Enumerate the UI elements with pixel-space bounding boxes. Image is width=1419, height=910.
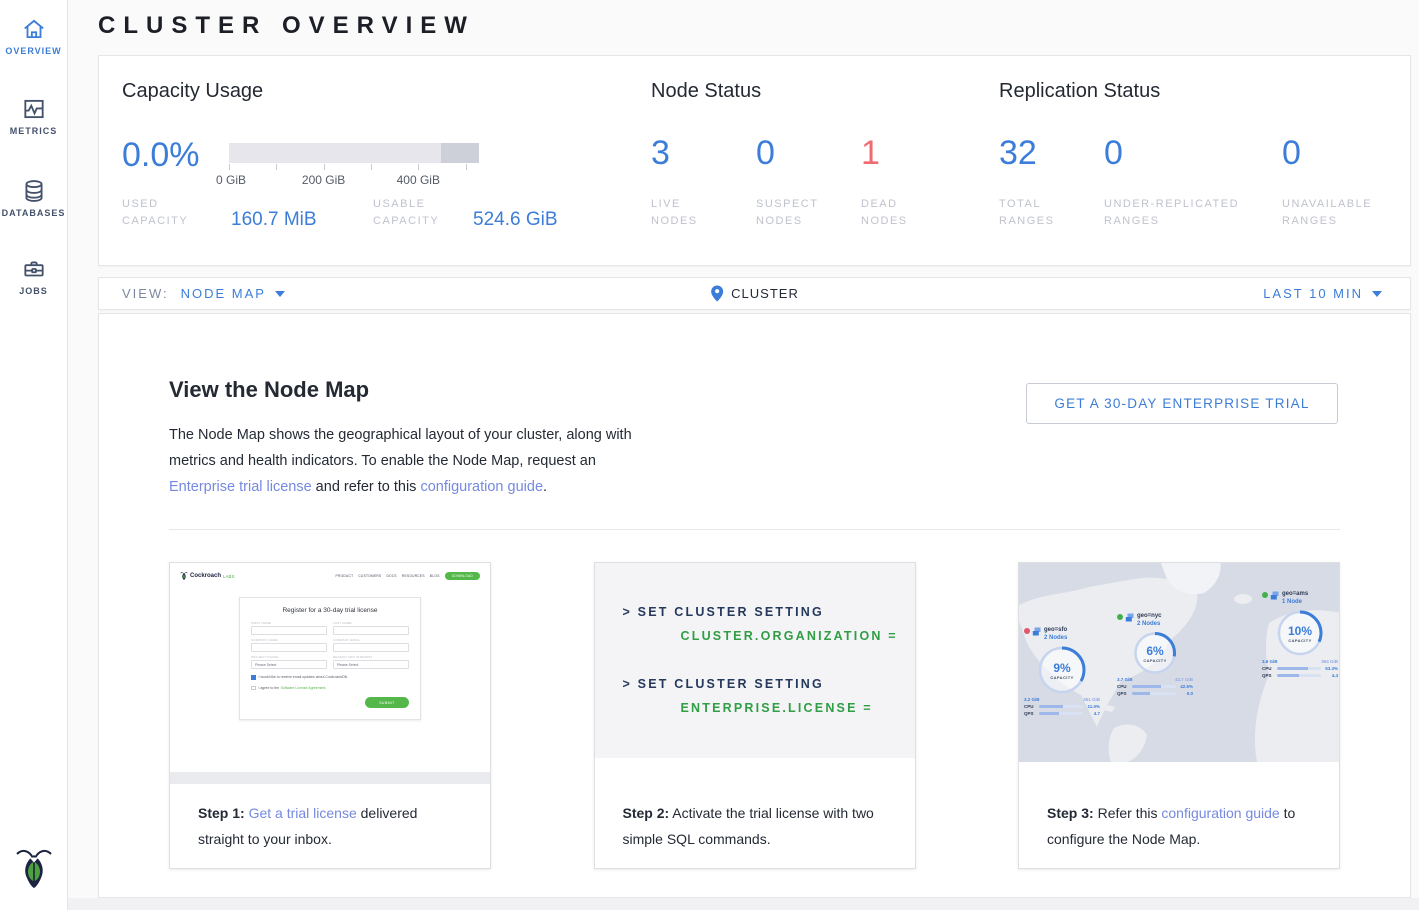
chevron-down-icon (275, 291, 285, 297)
unavailable-ranges-value: 0 (1282, 134, 1301, 173)
map-locality-sfo: geo=sfo2 Nodes 9% CAPACITY 3.2 GiB351 Gi… (1024, 627, 1100, 716)
get-trial-license-link[interactable]: Get a trial license (249, 805, 357, 821)
metrics-icon (21, 96, 47, 122)
sidebar-item-label: METRICS (0, 126, 67, 136)
dead-nodes-label: DEADNODES (861, 196, 908, 230)
sidebar-item-label: DATABASES (0, 208, 67, 218)
used-capacity-label: USEDCAPACITY (122, 196, 188, 230)
view-bar: VIEW: NODE MAP CLUSTER LAST 10 MIN (98, 277, 1411, 310)
under-replicated-ranges-label: UNDER-REPLICATEDRANGES (1104, 196, 1239, 230)
node-map-preview: geo=sfo2 Nodes 9% CAPACITY 3.2 GiB351 Gi… (1019, 563, 1339, 762)
preview-footer (170, 772, 490, 784)
view-selector-dropdown[interactable]: NODE MAP (181, 286, 285, 301)
step-2-caption: Step 2: Activate the trial license with … (595, 758, 915, 852)
enterprise-trial-button[interactable]: GET A 30-DAY ENTERPRISE TRIAL (1026, 383, 1338, 424)
live-nodes-label: LIVENODES (651, 196, 698, 230)
chevron-down-icon (1372, 291, 1382, 297)
node-map-panel: View the Node Map The Node Map shows the… (98, 313, 1411, 898)
preview-registration-form: Register for a 30-day trial license FIRS… (239, 597, 421, 720)
sidebar-item-label: OVERVIEW (0, 46, 67, 56)
used-capacity-value: 160.7 MiB (231, 209, 317, 231)
map-pin-icon (710, 285, 723, 302)
axis-tick (229, 164, 230, 170)
view-label: VIEW: (122, 286, 169, 301)
step-3-card: geo=sfo2 Nodes 9% CAPACITY 3.2 GiB351 Gi… (1018, 562, 1340, 869)
preview-checkbox-unchecked (251, 686, 256, 691)
healthy-status-icon (1117, 614, 1123, 620)
node-map-heading: View the Node Map (169, 377, 369, 403)
unavailable-ranges-label: UNAVAILABLERANGES (1282, 196, 1372, 230)
usable-capacity-label: USABLECAPACITY (373, 196, 439, 230)
axis-tick (466, 164, 467, 170)
page-bottom-strip (68, 898, 1419, 910)
sql-commands-preview: > SET CLUSTER SETTING CLUSTER.ORGANIZATI… (595, 563, 915, 758)
sidebar-item-jobs[interactable]: JOBS (0, 256, 67, 296)
sidebar: OVERVIEW METRICS DATABASES JOBS (0, 0, 68, 910)
node-map-description: The Node Map shows the geographical layo… (169, 422, 639, 500)
preview-submit-button: SUBMIT (365, 697, 409, 708)
node-status-title: Node Status (651, 80, 761, 103)
divider (169, 529, 1340, 530)
axis-tick (418, 164, 419, 170)
nodes-cube-icon (1270, 591, 1280, 601)
preview-download-button: DOWNLOAD (445, 572, 480, 580)
axis-tick-label: 0 GiB (216, 173, 246, 187)
sidebar-item-metrics[interactable]: METRICS (0, 96, 67, 136)
dead-nodes-value: 1 (861, 134, 880, 173)
map-locality-nyc: geo=nyc2 Nodes 6% CAPACITY 3.7 GiB43.7 G… (1117, 613, 1193, 696)
healthy-status-icon (1262, 592, 1268, 598)
capacity-ring: 10% CAPACITY (1275, 608, 1325, 658)
step-3-caption: Step 3: Refer this configuration guide t… (1019, 762, 1339, 852)
nodes-cube-icon (1032, 627, 1042, 637)
breadcrumb-label: CLUSTER (731, 286, 799, 301)
live-nodes-value: 3 (651, 134, 670, 173)
nodes-cube-icon (1125, 613, 1135, 623)
steps-row: Cockroach LABS PRODUCT CUSTOMERS DOCS RE… (169, 562, 1340, 869)
cockroach-labs-logo (14, 845, 54, 891)
page-title: CLUSTER OVERVIEW (98, 12, 475, 40)
axis-tick (324, 164, 325, 170)
step-1-card: Cockroach LABS PRODUCT CUSTOMERS DOCS RE… (169, 562, 491, 869)
capacity-bar (229, 143, 479, 163)
suspect-nodes-label: SUSPECTNODES (756, 196, 818, 230)
capacity-ring: 6% CAPACITY (1132, 630, 1178, 676)
axis-tick (276, 164, 277, 170)
enterprise-trial-license-link[interactable]: Enterprise trial license (169, 479, 312, 495)
step-2-card: > SET CLUSTER SETTING CLUSTER.ORGANIZATI… (594, 562, 916, 869)
suspect-nodes-value: 0 (756, 134, 775, 173)
capacity-used-percent: 0.0% (122, 136, 200, 175)
total-ranges-label: TOTALRANGES (999, 196, 1054, 230)
sidebar-item-overview[interactable]: OVERVIEW (0, 16, 67, 56)
axis-tick (371, 164, 372, 170)
under-replicated-ranges-value: 0 (1104, 134, 1123, 173)
sidebar-item-databases[interactable]: DATABASES (0, 178, 67, 218)
axis-tick-label: 200 GiB (302, 173, 345, 187)
axis-tick-label: 400 GiB (397, 173, 440, 187)
total-ranges-value: 32 (999, 134, 1037, 173)
capacity-usage-title: Capacity Usage (122, 80, 263, 103)
home-icon (21, 16, 47, 42)
cockroach-logo-icon (180, 571, 188, 581)
sidebar-item-label: JOBS (0, 286, 67, 296)
preview-nav: PRODUCT CUSTOMERS DOCS RESOURCES BLOG DO… (336, 572, 480, 580)
preview-checkbox-checked (251, 675, 256, 680)
jobs-icon (21, 256, 47, 282)
preview-brand: Cockroach LABS (180, 571, 235, 581)
trial-registration-preview: Cockroach LABS PRODUCT CUSTOMERS DOCS RE… (170, 563, 490, 784)
breadcrumb: CLUSTER (710, 285, 799, 302)
configuration-guide-link[interactable]: configuration guide (1161, 805, 1279, 821)
capacity-ring: 9% CAPACITY (1036, 644, 1088, 696)
alert-status-icon (1024, 628, 1030, 634)
map-locality-ams: geo=ams1 Node 10% CAPACITY 3.6 GiB364 Gi… (1262, 591, 1338, 678)
databases-icon (21, 178, 47, 204)
capacity-bar-reserved-segment (441, 143, 479, 163)
configuration-guide-link[interactable]: configuration guide (420, 479, 543, 495)
replication-status-title: Replication Status (999, 80, 1160, 103)
cluster-summary-panel: Capacity Usage 0.0% 0 GiB 200 GiB 400 Gi… (98, 55, 1411, 266)
usable-capacity-value: 524.6 GiB (473, 209, 558, 231)
step-1-caption: Step 1: Get a trial license delivered st… (170, 784, 490, 852)
time-range-dropdown[interactable]: LAST 10 MIN (1263, 286, 1410, 301)
